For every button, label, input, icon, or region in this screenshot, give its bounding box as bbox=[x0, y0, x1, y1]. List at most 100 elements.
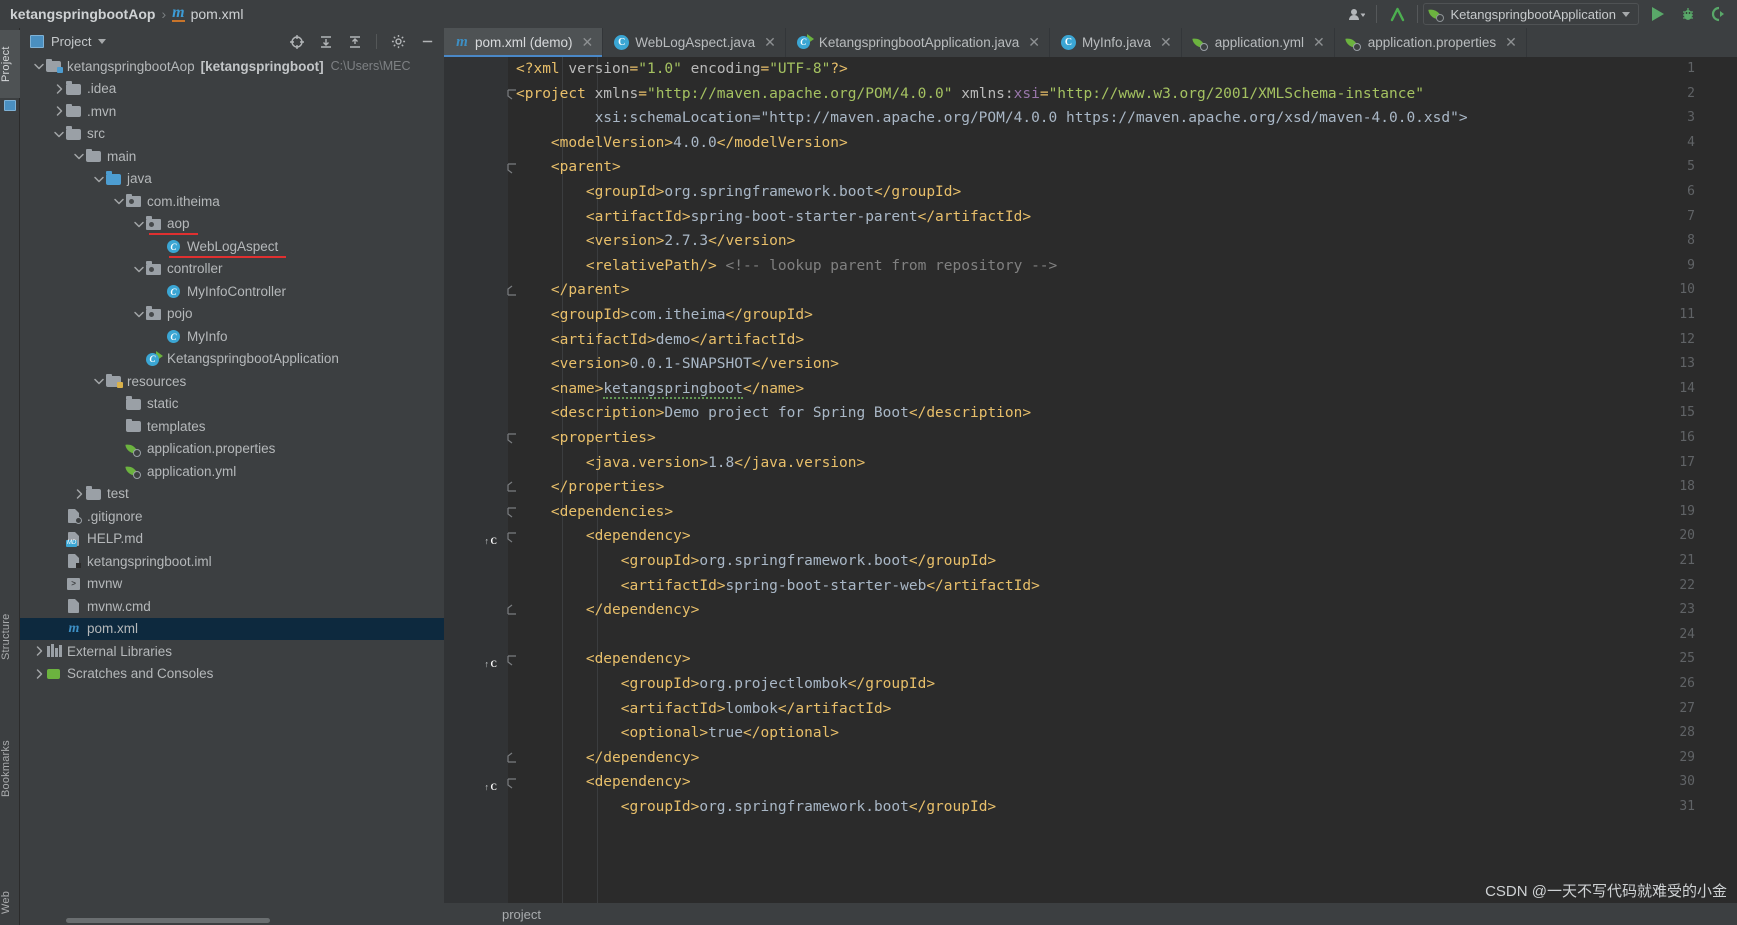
run-coverage-icon[interactable] bbox=[1703, 1, 1733, 27]
code-editor[interactable]: 1 2 3 4 5 6 7 8 9 10 11 12 13 14 15 16 17 18 19 20 21 22 23 24 2… bbox=[444, 57, 1737, 925]
sidebar-item-bookmarks[interactable]: Bookmarks bbox=[0, 728, 20, 810]
code-line[interactable]: <relativePath/> <!-- lookup parent from … bbox=[508, 254, 1737, 279]
tree-node--mvn[interactable]: .mvn bbox=[20, 100, 444, 123]
code-line[interactable]: <artifactId>spring-boot-starter-parent</… bbox=[508, 205, 1737, 230]
chevron-right-icon[interactable] bbox=[32, 644, 46, 658]
tree-node-aop[interactable]: aop bbox=[20, 213, 444, 236]
close-icon[interactable]: ✕ bbox=[1160, 34, 1172, 51]
code-line[interactable]: </dependency> bbox=[508, 746, 1737, 771]
spring-bean-nav-icon[interactable]: ↑ bbox=[480, 647, 496, 672]
sidebar-item-structure[interactable]: Structure bbox=[0, 598, 20, 676]
chevron-down-icon[interactable] bbox=[72, 149, 86, 163]
code-line[interactable]: <artifactId>spring-boot-starter-web</art… bbox=[508, 574, 1737, 599]
gear-icon[interactable] bbox=[387, 31, 409, 53]
tree-node-test[interactable]: test bbox=[20, 483, 444, 506]
tree-node-ketangspringbootaop[interactable]: ketangspringbootAop [ketangspringboot] C:\… bbox=[20, 55, 444, 78]
scrollbar-thumb[interactable] bbox=[66, 918, 270, 923]
code-line[interactable]: <dependencies> bbox=[508, 500, 1737, 525]
close-icon[interactable]: ✕ bbox=[764, 34, 776, 51]
code-line[interactable]: <modelVersion>4.0.0</modelVersion> bbox=[508, 131, 1737, 156]
code-line[interactable]: </parent> bbox=[508, 278, 1737, 303]
close-icon[interactable]: ✕ bbox=[1028, 34, 1040, 51]
editor-tab-bar[interactable]: m pom.xml (demo) ✕ C WebLogAspect.java ✕ C Keta… bbox=[444, 28, 1737, 57]
code-line[interactable]: <?xml version="1.0" encoding="UTF-8"?> bbox=[508, 57, 1737, 82]
tree-node-pojo[interactable]: pojo bbox=[20, 303, 444, 326]
code-line[interactable]: <groupId>org.springframework.boot</group… bbox=[508, 180, 1737, 205]
chevron-down-icon[interactable] bbox=[132, 262, 146, 276]
tree-node-resources[interactable]: resources bbox=[20, 370, 444, 393]
sidebar-item-project[interactable]: Project bbox=[0, 30, 20, 98]
editor-tab-pom-xml-demo-[interactable]: m pom.xml (demo) ✕ bbox=[444, 28, 604, 57]
tree-node-myinfo[interactable]: C MyInfo bbox=[20, 325, 444, 348]
code-line[interactable]: <groupId>org.springframework.boot</group… bbox=[508, 795, 1737, 820]
tree-node-com-itheima[interactable]: com.itheima bbox=[20, 190, 444, 213]
debug-bug-icon[interactable] bbox=[1673, 1, 1703, 27]
sidebar-item-web[interactable]: Web bbox=[0, 883, 20, 921]
code-line[interactable]: <dependency> bbox=[508, 770, 1737, 795]
editor-tab-weblogaspect-java[interactable]: C WebLogAspect.java ✕ bbox=[603, 28, 786, 57]
chevron-down-icon[interactable] bbox=[92, 172, 106, 186]
tree-node-weblogaspect[interactable]: C WebLogAspect bbox=[20, 235, 444, 258]
tree-node-myinfocontroller[interactable]: C MyInfoController bbox=[20, 280, 444, 303]
project-tree-hscrollbar[interactable] bbox=[20, 916, 444, 925]
user-account-icon[interactable] bbox=[1341, 1, 1371, 27]
code-line[interactable]: </properties> bbox=[508, 475, 1737, 500]
code-line[interactable]: <properties> bbox=[508, 426, 1737, 451]
spring-bean-nav-icon[interactable]: ↑ bbox=[480, 524, 496, 549]
tree-node-pom-xml[interactable]: m pom.xml bbox=[20, 617, 444, 640]
chevron-right-icon[interactable] bbox=[52, 104, 66, 118]
close-icon[interactable]: ✕ bbox=[1505, 34, 1517, 51]
code-line[interactable]: <project xmlns="http://maven.apache.org/… bbox=[508, 82, 1737, 107]
tree-node-application-properties[interactable]: application.properties bbox=[20, 438, 444, 461]
editor-tab-ketangspringbootapplication-java[interactable]: C KetangspringbootApplication.java ✕ bbox=[786, 28, 1050, 57]
chevron-down-icon[interactable] bbox=[112, 194, 126, 208]
chevron-down-icon[interactable] bbox=[98, 39, 107, 44]
code-line[interactable]: xsi:schemaLocation="http://maven.apache.… bbox=[508, 106, 1737, 131]
tree-node-java[interactable]: java bbox=[20, 168, 444, 191]
editor-tab-myinfo-java[interactable]: C MyInfo.java ✕ bbox=[1050, 28, 1182, 57]
tree-node-main[interactable]: main bbox=[20, 145, 444, 168]
tree-node-templates[interactable]: templates bbox=[20, 415, 444, 438]
editor-tab-application-properties[interactable]: application.properties ✕ bbox=[1335, 28, 1527, 57]
tree-node-static[interactable]: static bbox=[20, 393, 444, 416]
breadcrumb-file[interactable]: pom.xml bbox=[191, 6, 244, 22]
code-line[interactable]: <groupId>org.projectlombok</groupId> bbox=[508, 672, 1737, 697]
code-line[interactable]: <groupId>org.springframework.boot</group… bbox=[508, 549, 1737, 574]
tree-node-mvnw-cmd[interactable]: mvnw.cmd bbox=[20, 595, 444, 618]
code-line[interactable]: <optional>true</optional> bbox=[508, 721, 1737, 746]
expand-all-icon[interactable] bbox=[315, 31, 337, 53]
editor-tab-application-yml[interactable]: application.yml ✕ bbox=[1182, 28, 1335, 57]
tree-node-external-libraries[interactable]: External Libraries bbox=[20, 640, 444, 663]
locate-target-icon[interactable] bbox=[286, 31, 308, 53]
code-line[interactable]: <parent> bbox=[508, 155, 1737, 180]
chevron-down-icon[interactable] bbox=[32, 59, 46, 73]
code-line[interactable]: <java.version>1.8</java.version> bbox=[508, 451, 1737, 476]
code-line[interactable]: <dependency> bbox=[508, 647, 1737, 672]
tree-node-help-md[interactable]: MD HELP.md bbox=[20, 528, 444, 551]
minimize-icon[interactable] bbox=[416, 31, 438, 53]
code-line[interactable]: <groupId>com.itheima</groupId> bbox=[508, 303, 1737, 328]
code-line[interactable]: <name>ketangspringboot</name> bbox=[508, 377, 1737, 402]
code-line[interactable]: <version>2.7.3</version> bbox=[508, 229, 1737, 254]
tree-node--idea[interactable]: .idea bbox=[20, 78, 444, 101]
spring-bean-nav-icon[interactable]: ↑ bbox=[480, 770, 496, 795]
run-play-icon[interactable] bbox=[1643, 1, 1673, 27]
code-line[interactable]: <artifactId>demo</artifactId> bbox=[508, 328, 1737, 353]
code-line[interactable]: <dependency> bbox=[508, 524, 1737, 549]
code-line[interactable]: <artifactId>lombok</artifactId> bbox=[508, 697, 1737, 722]
tree-node-ketangspringboot-iml[interactable]: ketangspringboot.iml bbox=[20, 550, 444, 573]
tree-node-scratches-and-consoles[interactable]: Scratches and Consoles bbox=[20, 663, 444, 686]
close-icon[interactable]: ✕ bbox=[1313, 34, 1325, 51]
chevron-down-icon[interactable] bbox=[52, 127, 66, 141]
close-icon[interactable]: ✕ bbox=[582, 34, 594, 51]
code-line[interactable]: <description>Demo project for Spring Boo… bbox=[508, 401, 1737, 426]
update-arrow-icon[interactable] bbox=[1382, 1, 1412, 27]
code-line[interactable]: <version>0.0.1-SNAPSHOT</version> bbox=[508, 352, 1737, 377]
chevron-right-icon[interactable] bbox=[72, 487, 86, 501]
tree-node--gitignore[interactable]: .gitignore bbox=[20, 505, 444, 528]
chevron-right-icon[interactable] bbox=[52, 82, 66, 96]
editor-gutter[interactable] bbox=[444, 57, 508, 925]
tree-node-controller[interactable]: controller bbox=[20, 258, 444, 281]
status-breadcrumb[interactable]: project bbox=[502, 907, 541, 922]
tree-node-application-yml[interactable]: application.yml bbox=[20, 460, 444, 483]
